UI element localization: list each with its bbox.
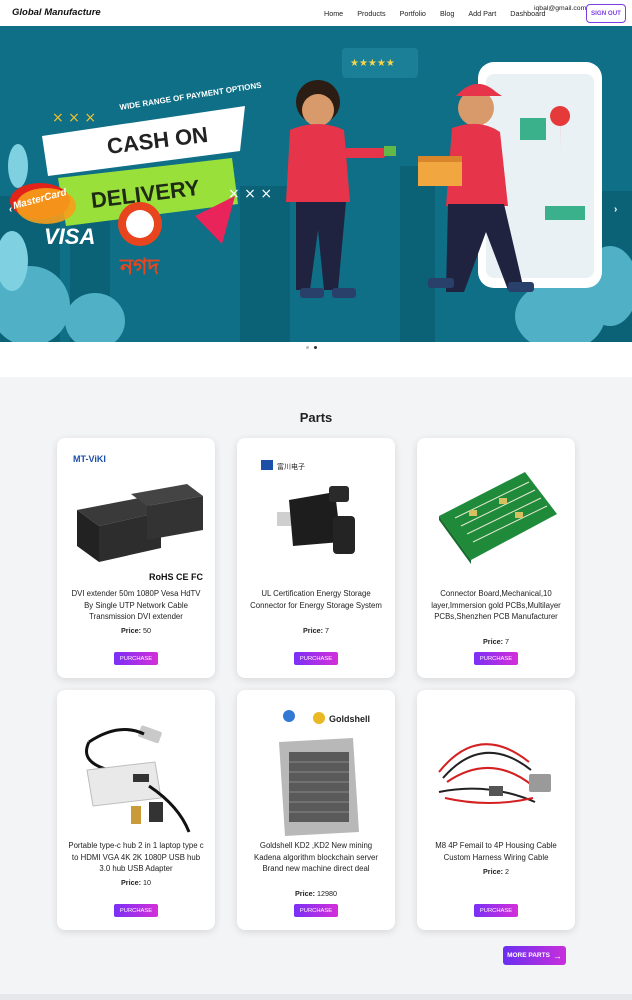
carousel-dots bbox=[306, 346, 317, 349]
purchase-button[interactable]: PURCHASE bbox=[474, 904, 518, 917]
part-title: Portable type-c hub 2 in 1 laptop type c… bbox=[68, 841, 204, 873]
purchase-button[interactable]: PURCHASE bbox=[474, 652, 518, 665]
nav-add-part[interactable]: Add Part bbox=[468, 9, 496, 18]
nav-links: Home Products Portfolio Blog Add Part Da… bbox=[324, 9, 559, 18]
arrow-right-icon: → bbox=[552, 950, 562, 961]
parts-section-title: Parts bbox=[299, 410, 333, 425]
nav-home[interactable]: Home bbox=[324, 9, 343, 18]
purchase-button[interactable]: PURCHASE bbox=[114, 652, 158, 665]
svg-text:富川电子: 富川电子 bbox=[277, 462, 305, 471]
sign-out-button[interactable]: SIGN OUT bbox=[586, 4, 626, 23]
hero-illustration: WIDE RANGE OF PAYMENT OPTIONS CASH ON DE… bbox=[0, 48, 632, 342]
nav-portfolio[interactable]: Portfolio bbox=[400, 9, 426, 18]
part-title: DVI extender 50m 1080P Vesa HdTV By Sing… bbox=[71, 589, 201, 621]
carousel-dot-1[interactable] bbox=[306, 346, 309, 349]
part-card: Portable type-c hub 2 in 1 laptop type c… bbox=[57, 690, 215, 930]
carousel-next-button[interactable]: › bbox=[614, 204, 617, 215]
decor-crosses: × × × bbox=[52, 110, 96, 126]
part-card: Connector Board,Mechanical,10 layer,Imme… bbox=[417, 438, 575, 678]
purchase-button[interactable]: PURCHASE bbox=[294, 904, 338, 917]
nav-blog[interactable]: Blog bbox=[440, 9, 454, 18]
part-price: Price: 10 bbox=[121, 878, 151, 887]
svg-text:RoHS CE FC: RoHS CE FC bbox=[149, 572, 203, 582]
part-card: Goldshell Goldshell KD2 ,KD2 New mining … bbox=[237, 690, 395, 930]
visa-logo: VISA bbox=[44, 224, 95, 249]
part-image-dvi-extender: MT-ViKI RoHS CE FC bbox=[73, 454, 203, 582]
part-card: MT-ViKI RoHS CE FC DVI extender 50m 1080… bbox=[57, 438, 215, 678]
top-navbar: Global Manufacture Home Products Portfol… bbox=[0, 0, 632, 26]
decor-crosses-2: × × × bbox=[228, 186, 272, 202]
part-price: Price: 2 bbox=[483, 867, 509, 876]
part-title: Goldshell KD2 ,KD2 New mining Kadena alg… bbox=[254, 841, 378, 873]
part-price: Price: 50 bbox=[121, 626, 151, 635]
nagad-logo: নগদ bbox=[119, 255, 161, 280]
part-image-wiring-harness bbox=[438, 743, 551, 804]
part-price: Price: 12980 bbox=[295, 889, 337, 898]
part-image-goldshell-miner: Goldshell bbox=[279, 710, 370, 836]
brand-logo[interactable]: Global Manufacture bbox=[12, 7, 101, 18]
part-image-pcb-board bbox=[439, 472, 557, 564]
svg-text:MT-ViKI: MT-ViKI bbox=[73, 454, 106, 464]
part-price: Price: 7 bbox=[483, 637, 509, 646]
part-card: M8 4P Femail to 4P Housing Cable Custom … bbox=[417, 690, 575, 930]
purchase-button[interactable]: PURCHASE bbox=[294, 652, 338, 665]
user-email: iqbal@gmail.com bbox=[534, 5, 587, 12]
nav-products[interactable]: Products bbox=[357, 9, 385, 18]
part-title: Connector Board,Mechanical,10 layer,Imme… bbox=[431, 589, 561, 621]
svg-text:Goldshell: Goldshell bbox=[329, 714, 370, 724]
part-title: M8 4P Femail to 4P Housing Cable Custom … bbox=[435, 841, 557, 862]
part-title: UL Certification Energy Storage Connecto… bbox=[250, 589, 382, 610]
carousel-prev-button[interactable]: ‹ bbox=[9, 204, 12, 215]
more-parts-button[interactable]: MORE PARTS → bbox=[503, 946, 566, 965]
more-parts-label: MORE PARTS bbox=[507, 952, 550, 959]
carousel-dot-2[interactable] bbox=[314, 346, 317, 349]
part-card: 富川电子 UL Certification Energy Storage Con… bbox=[237, 438, 395, 678]
rating-stars-icon: ★★★★★ bbox=[350, 58, 395, 69]
footer-edge bbox=[0, 994, 632, 1000]
purchase-button[interactable]: PURCHASE bbox=[114, 904, 158, 917]
part-image-usb-c-hub bbox=[85, 725, 191, 833]
hero-carousel: WIDE RANGE OF PAYMENT OPTIONS CASH ON DE… bbox=[0, 26, 632, 342]
part-price: Price: 7 bbox=[303, 626, 329, 635]
part-image-energy-connector: 富川电子 bbox=[261, 460, 355, 554]
